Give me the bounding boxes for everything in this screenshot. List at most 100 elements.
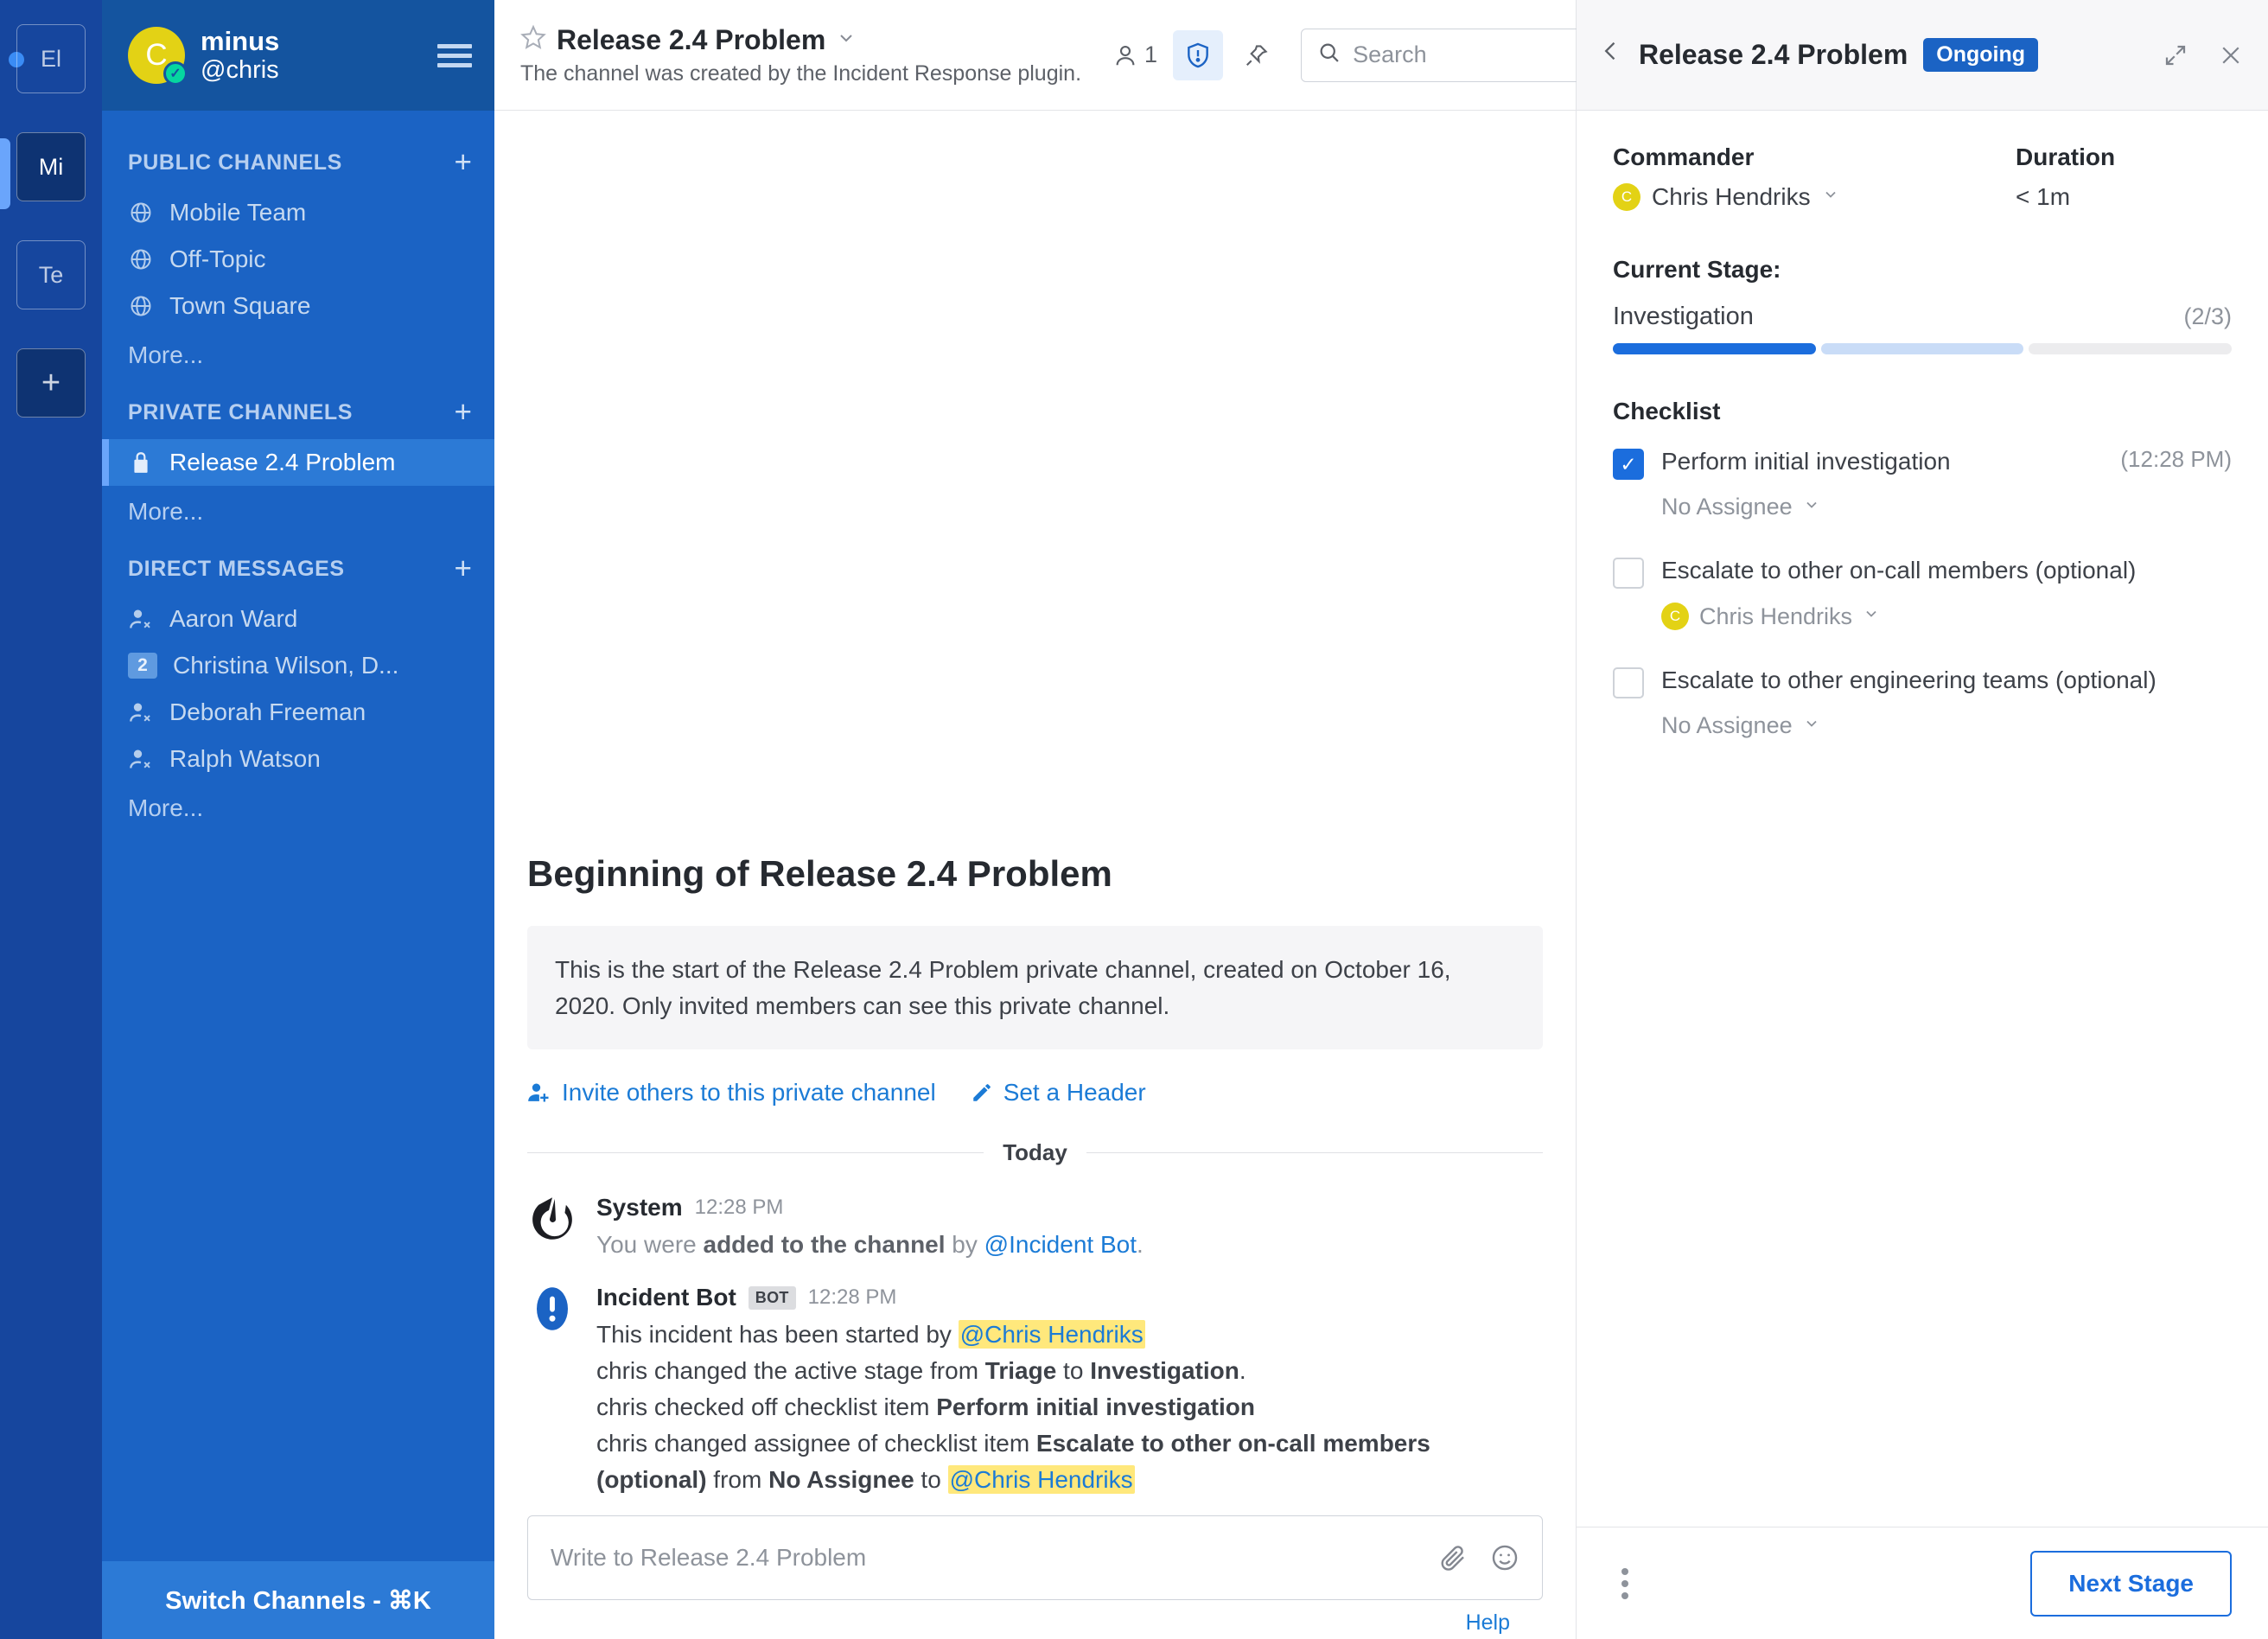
more-direct-messages-link[interactable]: More... xyxy=(102,782,494,834)
switch-channels-button[interactable]: Switch Channels - ⌘K xyxy=(102,1561,494,1639)
set-header-link[interactable]: Set a Header xyxy=(971,1079,1146,1106)
hamburger-menu-icon[interactable] xyxy=(437,44,472,67)
expand-icon[interactable] xyxy=(2163,42,2188,68)
commander-block: Commander C Chris Hendriks xyxy=(1613,143,2016,211)
username: @chris xyxy=(201,56,422,85)
day-divider: Today xyxy=(527,1139,1543,1166)
section-title: PUBLIC CHANNELS xyxy=(128,150,342,175)
commander-selector[interactable]: C Chris Hendriks xyxy=(1613,183,2016,211)
team-sidebar: El Mi Te + xyxy=(0,0,102,1639)
chevron-down-icon xyxy=(1863,605,1880,628)
sidebar-item-ralph-watson[interactable]: Ralph Watson xyxy=(102,736,494,782)
post-message-line: chris changed the active stage from Tria… xyxy=(596,1353,1543,1389)
incident-rhs-panel: Release 2.4 Problem Ongoing Commander C … xyxy=(1577,0,2268,1639)
user-offline-icon xyxy=(128,607,154,631)
sidebar-item-deborah-freeman[interactable]: Deborah Freeman xyxy=(102,689,494,736)
channel-title-row[interactable]: Release 2.4 Problem xyxy=(520,24,1081,57)
add-team-button[interactable]: + xyxy=(16,348,86,418)
unread-count-badge: 2 xyxy=(128,653,157,679)
current-stage-count: (2/3) xyxy=(2183,303,2232,330)
globe-icon xyxy=(128,247,154,271)
mention-link-incident-bot[interactable]: @Incident Bot xyxy=(984,1231,1137,1258)
app-root: El Mi Te + C ✓ minus @chris PUBLIC CHANN… xyxy=(0,0,2268,1639)
next-stage-button[interactable]: Next Stage xyxy=(2030,1551,2232,1617)
add-public-channel-icon[interactable]: + xyxy=(455,152,472,174)
text-plain: to xyxy=(914,1466,948,1493)
online-status-icon: ✓ xyxy=(163,61,188,86)
center-channel: Release 2.4 Problem The channel was crea… xyxy=(494,0,1577,1639)
text-plain: You were xyxy=(596,1231,704,1258)
stage-progress-bar xyxy=(1613,343,2232,354)
help-link[interactable]: Help xyxy=(1466,1610,1510,1636)
text-plain: This incident has been started by xyxy=(596,1321,959,1348)
current-stage-heading: Current Stage: xyxy=(1613,256,2232,284)
chevron-left-icon[interactable] xyxy=(1599,37,1623,73)
duration-value: < 1m xyxy=(2016,183,2232,211)
text-bold: added to the channel xyxy=(704,1231,946,1258)
channel-members-button[interactable]: 1 xyxy=(1105,30,1164,80)
mention-link-chris-hendriks[interactable]: @Chris Hendriks xyxy=(959,1320,1145,1349)
checkbox-perform-initial-investigation[interactable]: ✓ xyxy=(1613,449,1644,480)
progress-segment-done xyxy=(1613,343,1816,354)
sidebar-section-dm: DIRECT MESSAGES + xyxy=(102,538,494,596)
sidebar-item-town-square[interactable]: Town Square xyxy=(102,283,494,329)
assignee-selector[interactable]: C Chris Hendriks xyxy=(1661,603,2232,630)
sidebar-item-label: Ralph Watson xyxy=(169,745,321,773)
more-vertical-icon[interactable] xyxy=(1613,1559,1637,1608)
text-plain: chris changed the active stage from xyxy=(596,1357,985,1384)
message-list: Beginning of Release 2.4 Problem This is… xyxy=(494,111,1576,1515)
text-plain: from xyxy=(707,1466,769,1493)
add-direct-message-icon[interactable]: + xyxy=(455,558,472,580)
chevron-down-icon[interactable] xyxy=(836,28,857,54)
post-message-line: chris changed assignee of checklist item… xyxy=(596,1425,1543,1498)
star-icon[interactable] xyxy=(520,24,546,57)
set-header-label: Set a Header xyxy=(1003,1079,1146,1106)
add-private-channel-icon[interactable]: + xyxy=(455,402,472,424)
checkbox-escalate-on-call-members[interactable] xyxy=(1613,558,1644,589)
more-private-channels-link[interactable]: More... xyxy=(102,486,494,538)
paperclip-icon[interactable] xyxy=(1438,1543,1468,1572)
text-plain: to xyxy=(1056,1357,1090,1384)
checkbox-escalate-engineering-teams[interactable] xyxy=(1613,667,1644,698)
sidebar-item-christina-wilson[interactable]: 2 Christina Wilson, D... xyxy=(102,642,494,689)
team-button-el[interactable]: El xyxy=(16,24,86,93)
sidebar-item-aaron-ward[interactable]: Aaron Ward xyxy=(102,596,494,642)
team-initials: El xyxy=(41,46,61,73)
post-timestamp: 12:28 PM xyxy=(808,1285,897,1310)
post-author: Incident Bot xyxy=(596,1284,736,1311)
user-offline-icon xyxy=(128,747,154,771)
incident-meta-row: Commander C Chris Hendriks Duration < 1m xyxy=(1613,143,2232,211)
sidebar-item-off-topic[interactable]: Off-Topic xyxy=(102,236,494,283)
globe-icon xyxy=(128,294,154,318)
search-icon xyxy=(1317,41,1341,69)
message-input[interactable]: Write to Release 2.4 Problem xyxy=(527,1515,1543,1600)
channel-intro-title: Beginning of Release 2.4 Problem xyxy=(527,853,1543,895)
avatar: C xyxy=(1661,603,1689,630)
add-user-icon xyxy=(527,1081,551,1105)
sidebar-item-mobile-team[interactable]: Mobile Team xyxy=(102,189,494,236)
assignee-name: No Assignee xyxy=(1661,494,1793,520)
assignee-selector[interactable]: No Assignee xyxy=(1661,712,2232,739)
pin-icon[interactable] xyxy=(1232,30,1282,80)
close-icon[interactable] xyxy=(2218,42,2244,68)
text-plain: . xyxy=(1239,1357,1246,1384)
incident-shield-icon[interactable] xyxy=(1173,30,1223,80)
invite-others-link[interactable]: Invite others to this private channel xyxy=(527,1079,936,1106)
sidebar-item-release-24-problem[interactable]: Release 2.4 Problem xyxy=(102,439,494,486)
rhs-footer: Next Stage xyxy=(1577,1527,2268,1639)
team-initials: Te xyxy=(39,262,64,289)
emoji-smile-icon[interactable] xyxy=(1490,1543,1519,1572)
sidebar-header[interactable]: C ✓ minus @chris xyxy=(102,0,494,111)
team-button-te[interactable]: Te xyxy=(16,240,86,309)
post-header: Incident Bot BOT 12:28 PM xyxy=(596,1284,1543,1311)
page-title: Release 2.4 Problem xyxy=(557,24,825,56)
rhs-title: Release 2.4 Problem xyxy=(1639,39,1908,71)
team-button-mi[interactable]: Mi xyxy=(16,132,86,201)
checklist-item-label: Escalate to other engineering teams (opt… xyxy=(1661,665,2232,696)
post-message-line: You were added to the channel by @Incide… xyxy=(596,1227,1543,1263)
assignee-selector[interactable]: No Assignee xyxy=(1661,494,2232,520)
more-public-channels-link[interactable]: More... xyxy=(102,329,494,381)
chevron-down-icon xyxy=(1803,715,1820,737)
composer-wrapper: Write to Release 2.4 Problem Help xyxy=(494,1515,1576,1639)
mention-link-chris-hendriks[interactable]: @Chris Hendriks xyxy=(948,1465,1135,1494)
